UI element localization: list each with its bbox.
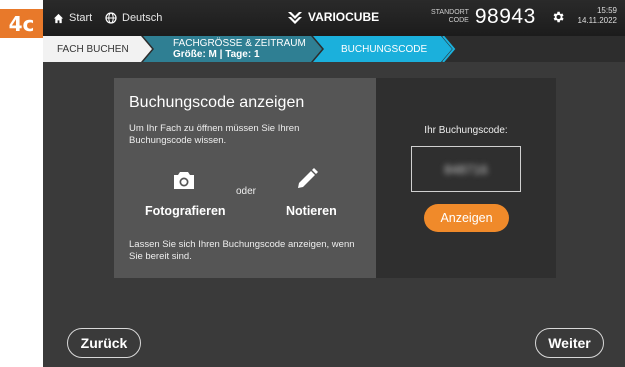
pencil-icon (296, 168, 318, 195)
globe-icon (105, 12, 117, 24)
next-button[interactable]: Weiter (535, 328, 604, 358)
panel-heading: Buchungscode anzeigen (129, 94, 305, 111)
panel-intro: Um Ihr Fach zu öffnen müssen Sie Ihren B… (129, 123, 300, 146)
location-code: STANDORT CODE 98943 (431, 5, 536, 29)
back-button[interactable]: Zurück (67, 328, 141, 358)
location-code-value: 98943 (474, 5, 536, 28)
brand-name: VARIOCUBE (308, 10, 380, 24)
home-icon (53, 13, 64, 23)
code-value-blurred: 848716 (444, 161, 488, 177)
settings-button[interactable] (551, 10, 565, 29)
code-box: 848716 (411, 146, 521, 192)
step-breadcrumb: FACH BUCHEN FACHGRÖSSE & ZEITRAUM Größe:… (43, 36, 625, 62)
step-arrows (43, 36, 456, 62)
top-bar: Start Deutsch VARIOCUBE STANDORT CODE 98… (43, 0, 625, 36)
language-selector[interactable]: Deutsch (105, 12, 162, 24)
start-link[interactable]: Start (53, 12, 92, 24)
brand-logo: VARIOCUBE (287, 10, 379, 24)
clock: 15:59 14.11.2022 (578, 6, 617, 26)
option-note-label: Notieren (286, 204, 337, 218)
gear-icon (553, 11, 564, 23)
start-label: Start (69, 12, 93, 24)
clock-date: 14.11.2022 (577, 16, 617, 25)
step-fachgroesse: FACHGRÖSSE & ZEITRAUM Größe: M | Tage: 1 (173, 38, 306, 60)
code-label: Ihr Buchungscode: (424, 125, 508, 136)
show-code-button[interactable]: Anzeigen (424, 204, 509, 232)
kiosk-screen: Start Deutsch VARIOCUBE STANDORT CODE 98… (43, 0, 625, 367)
panel-footer-text: Lassen Sie sich Ihren Buchungscode anzei… (129, 239, 355, 262)
clock-time: 15:59 (596, 6, 617, 15)
step-buchungscode: BUCHUNGSCODE (341, 43, 428, 55)
figure-label: 4c (0, 9, 43, 38)
option-or-label: oder (236, 186, 257, 197)
location-code-caption: STANDORT CODE (431, 9, 469, 24)
variocube-logo-icon (288, 12, 302, 24)
language-label: Deutsch (122, 12, 163, 24)
option-photo-label: Fotografieren (145, 204, 226, 218)
step-fach-buchen: FACH BUCHEN (57, 43, 129, 55)
camera-icon (173, 170, 195, 195)
